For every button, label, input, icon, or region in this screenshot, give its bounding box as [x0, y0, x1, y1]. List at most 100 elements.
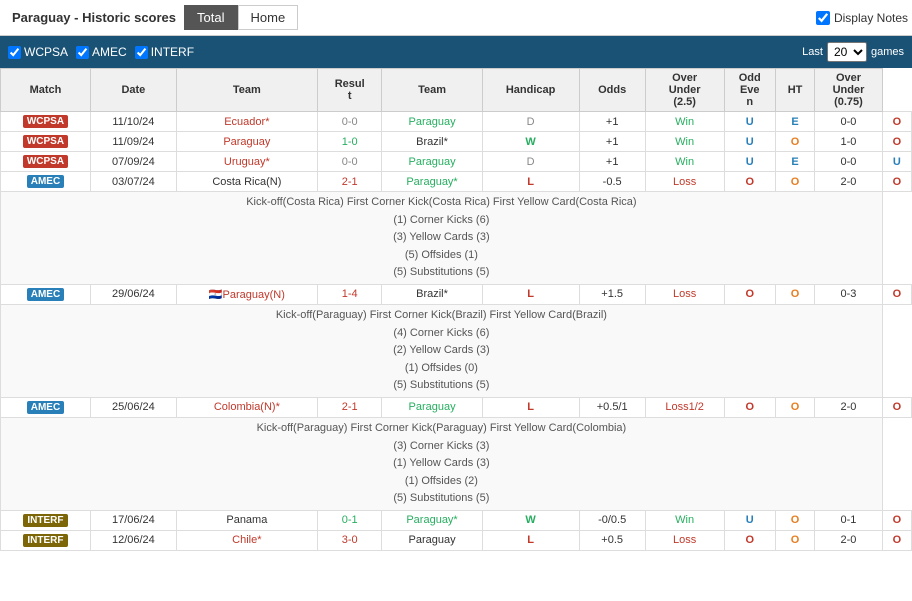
match-result: 1-4	[317, 284, 382, 304]
header-title: Paraguay - Historic scores	[4, 10, 184, 25]
ht-score: 2-0	[815, 530, 883, 550]
filter-interf[interactable]: INTERF	[135, 45, 194, 59]
match-result: 2-1	[317, 397, 382, 417]
odd-even: O	[775, 132, 814, 152]
tab-home[interactable]: Home	[238, 5, 299, 30]
competition-badge: AMEC	[27, 288, 64, 301]
last-select[interactable]: 5102050	[827, 42, 867, 62]
ht-over-under: U	[882, 152, 911, 172]
col-odds: Odds	[579, 69, 645, 112]
match-date: 11/09/24	[90, 132, 176, 152]
col-team2: Team	[382, 69, 482, 112]
match-date: 17/06/24	[90, 510, 176, 530]
team2-name[interactable]: Paraguay	[382, 397, 482, 417]
over-under: U	[724, 132, 775, 152]
over-under: O	[724, 530, 775, 550]
match-result: 1-0	[317, 132, 382, 152]
odds: Win	[645, 132, 724, 152]
match-date: 12/06/24	[90, 530, 176, 550]
ht-score: 0-1	[815, 510, 883, 530]
team2-name[interactable]: Paraguay*	[382, 510, 482, 530]
amec-label: AMEC	[92, 45, 127, 59]
odd-even: O	[775, 510, 814, 530]
team1-name[interactable]: Ecuador*	[176, 112, 317, 132]
odds: Win	[645, 152, 724, 172]
match-date: 03/07/24	[90, 172, 176, 192]
over-under: O	[724, 397, 775, 417]
win-loss: W	[482, 510, 579, 530]
col-odd-even: OddEven	[724, 69, 775, 112]
col-match: Match	[1, 69, 91, 112]
team1-name[interactable]: Costa Rica(N)	[176, 172, 317, 192]
team1-name[interactable]: Colombia(N)*	[176, 397, 317, 417]
handicap: -0/0.5	[579, 510, 645, 530]
amec-checkbox[interactable]	[76, 46, 89, 59]
competition-badge: AMEC	[27, 175, 64, 188]
col-team1: Team	[176, 69, 317, 112]
display-notes-label: Display Notes	[834, 11, 908, 25]
team2-name[interactable]: Brazil*	[382, 284, 482, 304]
ht-score: 1-0	[815, 132, 883, 152]
competition-badge: WCPSA	[23, 115, 68, 128]
match-date: 07/09/24	[90, 152, 176, 172]
odds: Loss1/2	[645, 397, 724, 417]
handicap: +0.5/1	[579, 397, 645, 417]
filter-wcpsa[interactable]: WCPSA	[8, 45, 68, 59]
match-detail: Kick-off(Paraguay) First Corner Kick(Bra…	[1, 304, 883, 397]
competition-badge: AMEC	[27, 401, 64, 414]
odd-even: O	[775, 172, 814, 192]
display-notes-checkbox[interactable]	[816, 11, 830, 25]
over-under: U	[724, 510, 775, 530]
ht-over-under: O	[882, 510, 911, 530]
odd-even: E	[775, 112, 814, 132]
team2-name[interactable]: Paraguay	[382, 530, 482, 550]
ht-over-under: O	[882, 397, 911, 417]
over-under: O	[724, 284, 775, 304]
col-date: Date	[90, 69, 176, 112]
ht-score: 0-0	[815, 152, 883, 172]
match-detail: Kick-off(Paraguay) First Corner Kick(Par…	[1, 417, 883, 510]
ht-score: 0-0	[815, 112, 883, 132]
win-loss: W	[482, 132, 579, 152]
team2-name[interactable]: Paraguay*	[382, 172, 482, 192]
team1-name[interactable]: Paraguay	[176, 132, 317, 152]
over-under: U	[724, 152, 775, 172]
handicap: +0.5	[579, 530, 645, 550]
ht-over-under: O	[882, 530, 911, 550]
odd-even: E	[775, 152, 814, 172]
competition-badge: WCPSA	[23, 155, 68, 168]
handicap: -0.5	[579, 172, 645, 192]
interf-checkbox[interactable]	[135, 46, 148, 59]
team2-name[interactable]: Paraguay	[382, 112, 482, 132]
col-over-under-075: OverUnder(0.75)	[815, 69, 883, 112]
wcpsa-checkbox[interactable]	[8, 46, 21, 59]
odds: Win	[645, 510, 724, 530]
team2-name[interactable]: Brazil*	[382, 132, 482, 152]
ht-over-under: O	[882, 172, 911, 192]
odds: Loss	[645, 172, 724, 192]
filter-amec[interactable]: AMEC	[76, 45, 127, 59]
odd-even: O	[775, 530, 814, 550]
col-ht: HT	[775, 69, 814, 112]
col-result: Result	[317, 69, 382, 112]
odds: Loss	[645, 530, 724, 550]
ht-score: 2-0	[815, 172, 883, 192]
team1-name[interactable]: Uruguay*	[176, 152, 317, 172]
win-loss: L	[482, 397, 579, 417]
odd-even: O	[775, 284, 814, 304]
over-under: U	[724, 112, 775, 132]
team1-name[interactable]: Chile*	[176, 530, 317, 550]
games-label: games	[871, 46, 904, 58]
wcpsa-label: WCPSA	[24, 45, 68, 59]
tab-total[interactable]: Total	[184, 5, 237, 30]
handicap: +1	[579, 132, 645, 152]
team1-name[interactable]: Panama	[176, 510, 317, 530]
team2-name[interactable]: Paraguay	[382, 152, 482, 172]
ht-over-under: O	[882, 132, 911, 152]
win-loss: L	[482, 172, 579, 192]
win-loss: L	[482, 284, 579, 304]
display-notes-toggle[interactable]: Display Notes	[816, 11, 908, 25]
team1-name[interactable]: 🇵🇾Paraguay(N)	[176, 284, 317, 304]
match-result: 0-0	[317, 152, 382, 172]
win-loss: L	[482, 530, 579, 550]
